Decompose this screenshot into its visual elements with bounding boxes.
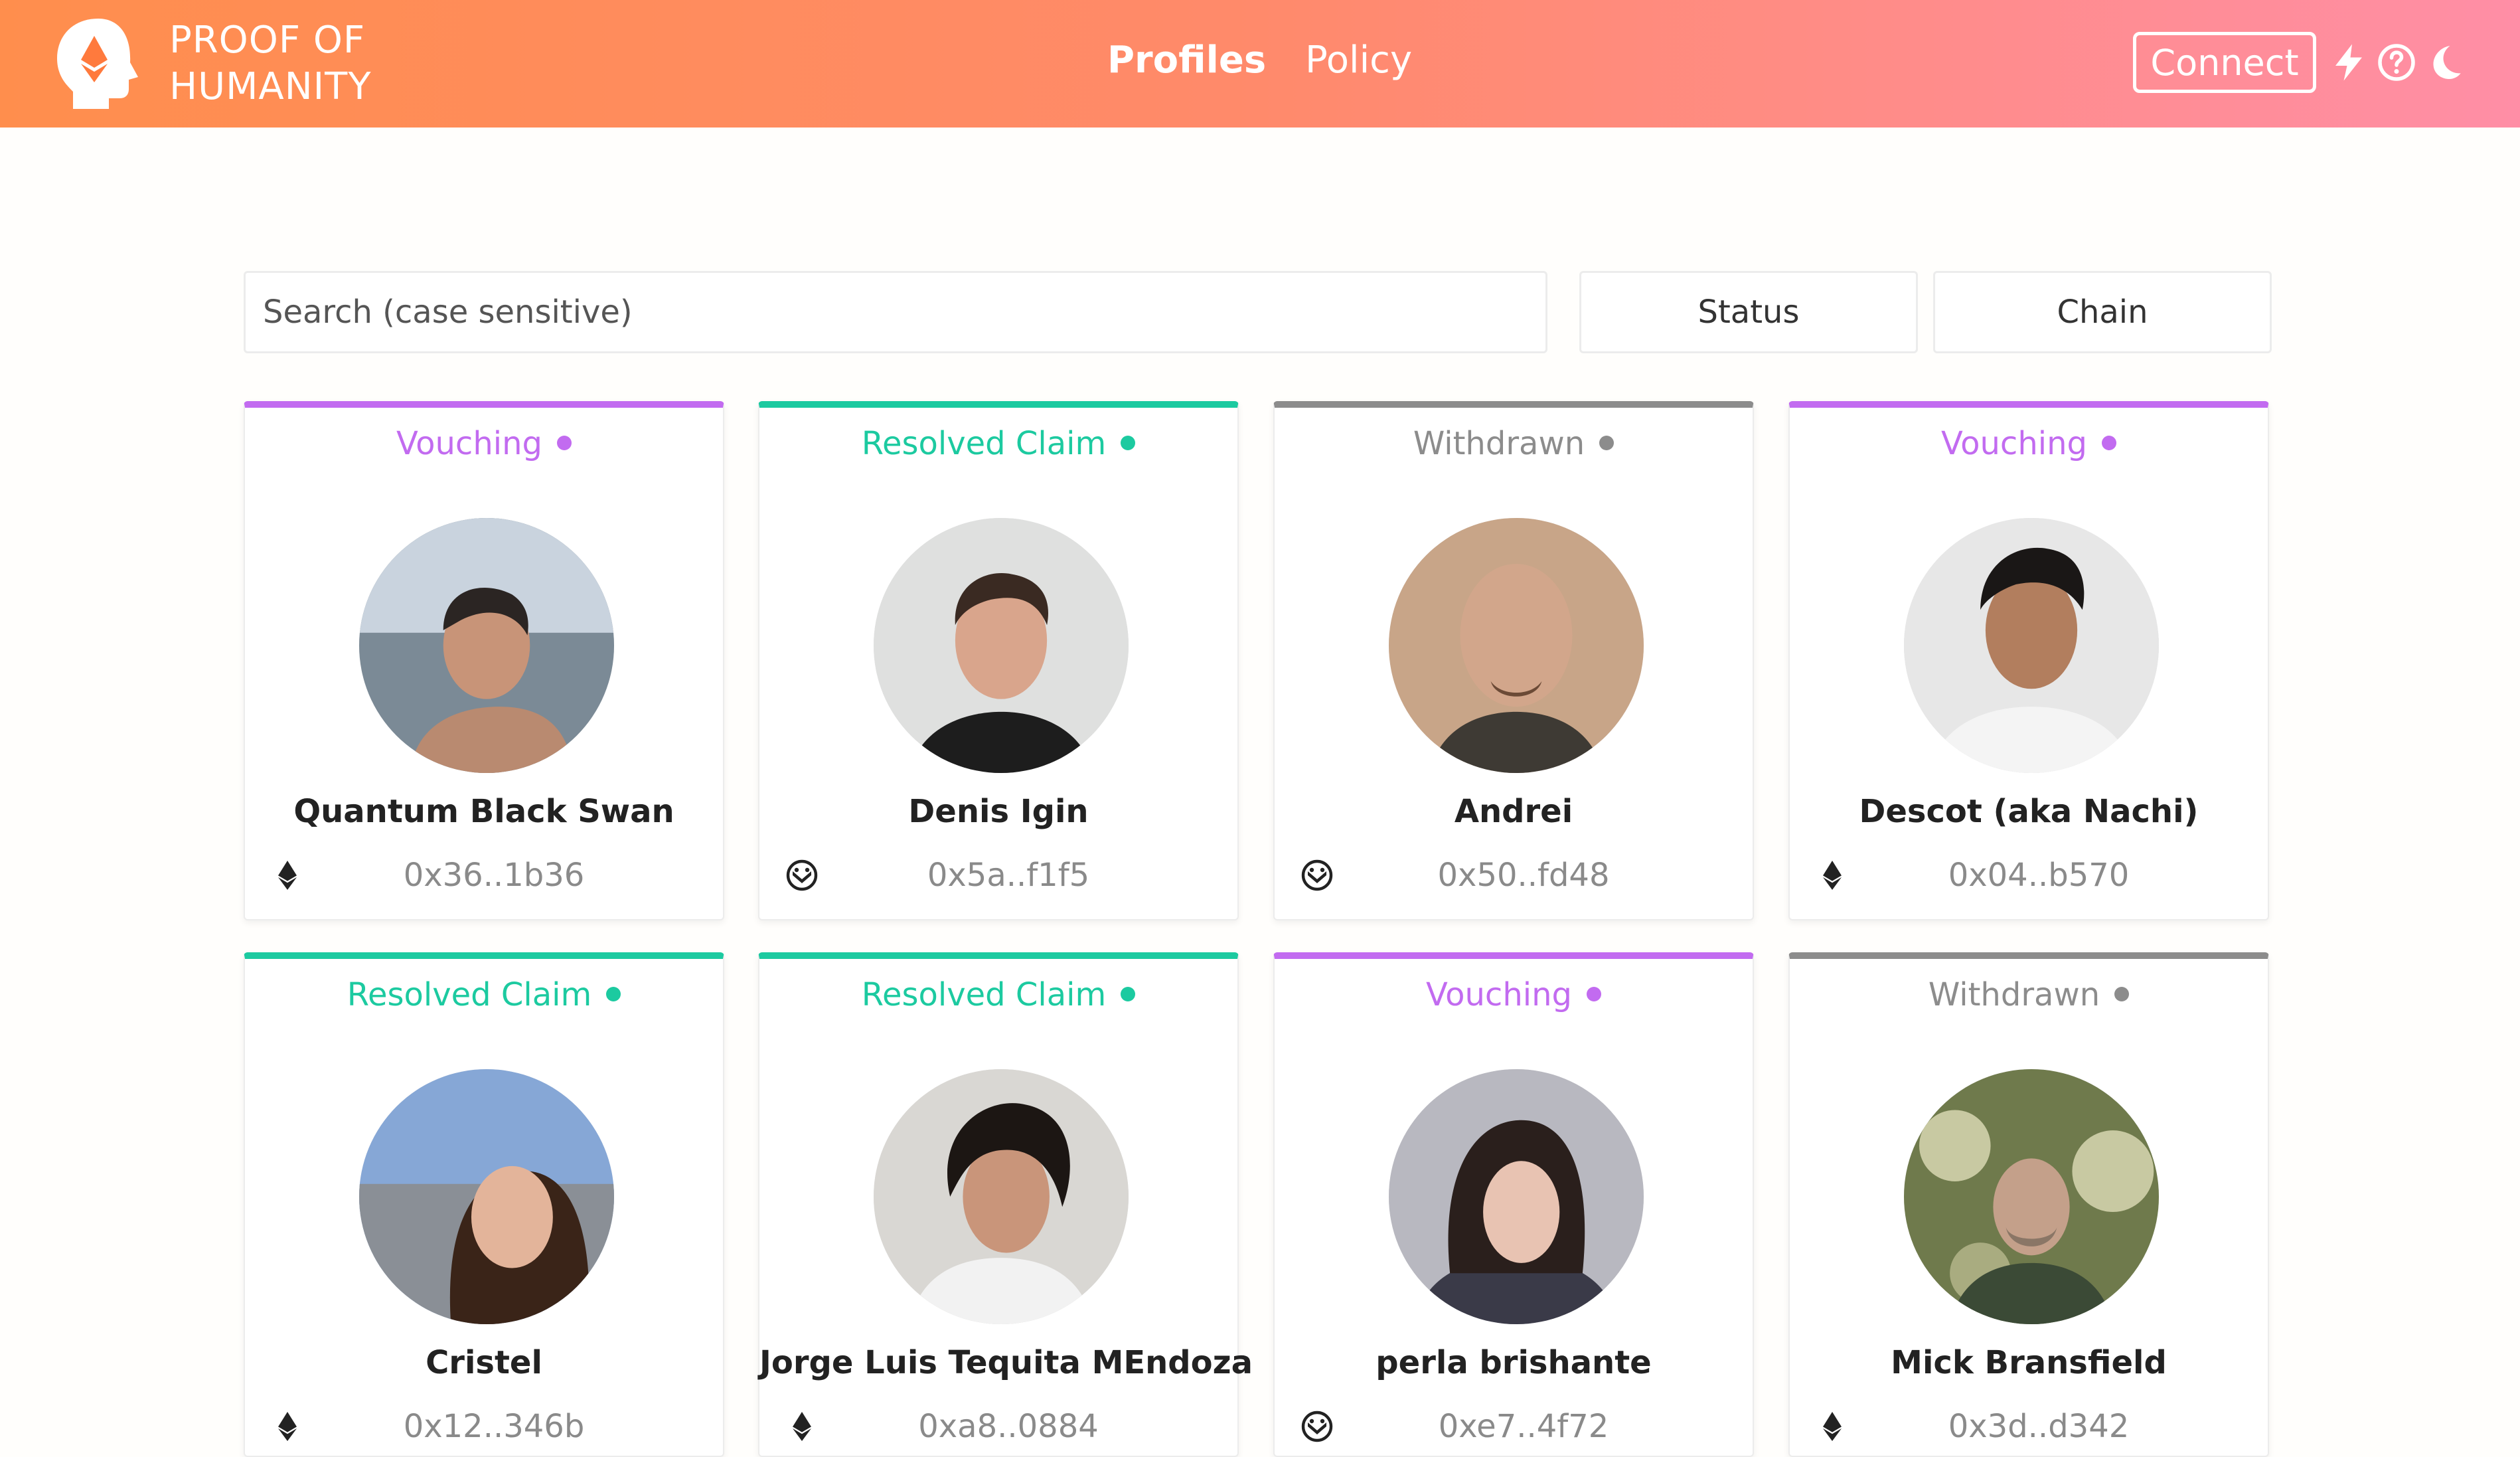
wallet-address[interactable]: 0xa8..0884 [759,1408,1237,1445]
moon-icon[interactable] [2425,43,2465,82]
status-dot-icon [1586,987,1601,1001]
status-text: Withdrawn [1928,976,2100,1013]
top-header: PROOF OF HUMANITY Profiles Policy Connec… [0,0,2520,128]
profile-card[interactable]: Withdrawn Mick Bransfield 0x3d..d342 [1788,952,2269,1457]
status-dot-icon [556,436,572,450]
profile-name[interactable]: Andrei [1275,793,1753,830]
status-text: Resolved Claim [861,976,1107,1013]
status-text: Vouching [396,425,542,462]
profile-card[interactable]: Resolved Claim Jorge Luis Tequita MEndoz… [758,952,1253,1457]
status-label: Resolved Claim [759,976,1237,1013]
status-text: Resolved Claim [347,976,592,1013]
brand-line-1: PROOF OF [169,19,366,62]
brand-name: PROOF OF HUMANITY [169,17,372,110]
profile-photo [874,1069,1129,1324]
profile-name[interactable]: Cristel [245,1344,723,1381]
profile-name[interactable]: Jorge Luis Tequita MEndoza [759,1344,1253,1381]
chain-filter-dropdown[interactable]: Chain [1933,271,2272,353]
wallet-address[interactable]: 0x04..b570 [1790,857,2268,894]
wallet-address[interactable]: 0x50..fd48 [1275,857,1753,894]
profile-photo [1389,518,1644,773]
status-text: Resolved Claim [861,425,1107,462]
status-dot-icon [606,987,621,1001]
profile-name[interactable]: Quantum Black Swan [245,793,723,830]
profile-photo [359,1069,614,1324]
profile-photo [1904,1069,2159,1324]
nav-profiles-link[interactable]: Profiles [1107,39,1266,82]
profile-card[interactable]: Withdrawn Andrei 0x50..fd48 [1273,401,1754,920]
status-dot-icon [1121,436,1136,450]
wallet-address[interactable]: 0x12..346b [245,1408,723,1445]
status-text: Vouching [1941,425,2087,462]
brand-line-2: HUMANITY [169,65,372,108]
search-input[interactable] [244,271,1547,353]
help-icon[interactable] [2377,43,2416,82]
wallet-address[interactable]: 0x3d..d342 [1790,1408,2268,1445]
connect-button[interactable]: Connect [2133,32,2316,93]
status-label: Vouching [1275,976,1753,1013]
proof-of-humanity-logo-icon[interactable] [53,16,145,112]
status-dot-icon [1121,987,1136,1001]
status-text: Withdrawn [1413,425,1585,462]
profile-name[interactable]: perla brishante [1275,1344,1753,1381]
profile-name[interactable]: Descot (aka Nachi) [1790,793,2268,830]
profile-name[interactable]: Mick Bransfield [1790,1344,2268,1381]
wallet-address[interactable]: 0x5a..f1f5 [759,857,1237,894]
status-filter-dropdown[interactable]: Status [1579,271,1918,353]
status-dot-icon [1599,436,1614,450]
nav-policy-link[interactable]: Policy [1305,39,1412,82]
profile-photo [359,518,614,773]
profile-photo [1904,518,2159,773]
profile-card[interactable]: Vouching Quantum Black Swan 0x36..1b36 [244,401,724,920]
profile-card[interactable]: Vouching perla brishante 0xe7..4f72 [1273,952,1754,1457]
wallet-address[interactable]: 0xe7..4f72 [1275,1408,1753,1445]
status-text: Vouching [1426,976,1572,1013]
status-label: Withdrawn [1275,425,1753,462]
bolt-icon[interactable] [2329,43,2369,82]
status-label: Vouching [245,425,723,462]
profile-card[interactable]: Resolved Claim Cristel 0x12..346b [244,952,724,1457]
profile-photo [874,518,1129,773]
profile-name[interactable]: Denis Igin [759,793,1237,830]
profile-card[interactable]: Vouching Descot (aka Nachi) 0x04..b570 [1788,401,2269,920]
status-label: Resolved Claim [245,976,723,1013]
wallet-address[interactable]: 0x36..1b36 [245,857,723,894]
status-dot-icon [2101,436,2116,450]
status-label: Resolved Claim [759,425,1237,462]
profile-card[interactable]: Resolved Claim Denis Igin 0x5a..f1f5 [758,401,1239,920]
status-dot-icon [2114,987,2130,1001]
status-label: Withdrawn [1790,976,2268,1013]
profile-photo [1389,1069,1644,1324]
status-label: Vouching [1790,425,2268,462]
